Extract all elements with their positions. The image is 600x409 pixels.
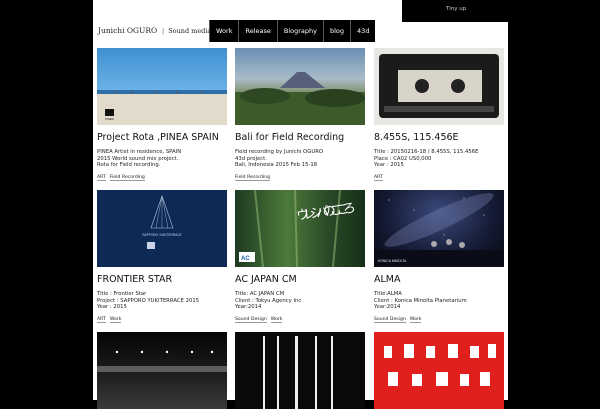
- stage-lights-illustration: [97, 350, 227, 372]
- tag-link[interactable]: Sound Design: [235, 317, 267, 323]
- nav-item-43d[interactable]: 43d: [350, 20, 375, 42]
- work-description-line: Year:2014: [374, 304, 401, 310]
- thumbnail-cassette-recorder[interactable]: [374, 48, 504, 125]
- ac-logo-text: AC: [241, 256, 250, 262]
- work-card[interactable]: SAPPORO YUKITERRACE FRONTIER STAR Title …: [97, 190, 227, 323]
- work-card[interactable]: [374, 332, 504, 409]
- work-description: Title:ALMA Client : Konica Minolta Plane…: [374, 291, 504, 311]
- tag-list: ART Work: [97, 317, 227, 323]
- work-card[interactable]: Bali for Field Recording Field recording…: [235, 48, 365, 181]
- tag-list: ART Field Recording: [97, 175, 227, 181]
- frontier-logo-text: SAPPORO YUKITERRACE: [142, 233, 181, 237]
- ac-calligraphy-text: ウレシパのこころ: [295, 201, 357, 224]
- tag-link[interactable]: ART: [97, 175, 106, 181]
- volcano-illustration: [235, 72, 365, 125]
- work-title[interactable]: ALMA: [374, 274, 504, 285]
- tag-link[interactable]: Work: [109, 317, 122, 323]
- site-name[interactable]: Junichi OGURO: [98, 26, 157, 35]
- top-white-bar: [93, 0, 402, 22]
- work-card[interactable]: ウレシパのこころ AC AC JAPAN CM Title: AC JAPAN …: [235, 190, 365, 323]
- work-card[interactable]: [235, 332, 365, 409]
- forest-illustration: ウレシパのこころ AC: [239, 190, 357, 267]
- thumbnail-milky-way[interactable]: KONICA MINOLTA: [374, 190, 504, 267]
- work-description-line: Year : 2015: [97, 304, 127, 310]
- work-description: Title : 20150216-18 / 8.455S, 115.456E P…: [374, 149, 504, 169]
- thumbnail-volcano[interactable]: [235, 48, 365, 125]
- thumbnail-forest[interactable]: ウレシパのこころ AC: [235, 190, 365, 267]
- tag-link[interactable]: Sound Design: [374, 317, 406, 323]
- work-description-line: Bali, Indonesia 2015 Feb 15-18: [235, 162, 318, 168]
- beach-illustration: PINEA: [97, 90, 227, 125]
- tag-list: ART: [374, 175, 504, 181]
- cassette-recorder-illustration: [379, 54, 499, 118]
- milky-way-illustration: KONICA MINOLTA: [374, 193, 504, 267]
- chairs-illustration: [384, 344, 496, 386]
- top-link[interactable]: Tiny up: [446, 6, 466, 12]
- work-description: PINEA Artist in residence, SPAIN 2015 Wo…: [97, 149, 227, 169]
- work-title[interactable]: 8.455S, 115.456E: [374, 132, 504, 143]
- work-title[interactable]: AC JAPAN CM: [235, 274, 365, 285]
- thumbnail-stage-lights[interactable]: [97, 332, 227, 409]
- frontier-star-illustration: SAPPORO YUKITERRACE: [142, 195, 182, 249]
- work-description: Title: AC JAPAN CM Client : Tokyu Agency…: [235, 291, 365, 311]
- tag-link[interactable]: Field Recording: [109, 175, 145, 181]
- work-description: Title : Frontier Star Project : SAPPORO …: [97, 291, 227, 311]
- work-grid: PINEA Project Rota ,PINEA SPAIN PINEA Ar…: [93, 42, 508, 409]
- tag-list: Sound Design Work: [374, 317, 504, 323]
- work-title[interactable]: Bali for Field Recording: [235, 132, 365, 143]
- nav-item-release[interactable]: Release: [238, 20, 276, 42]
- work-description-line: Year:2014: [235, 304, 262, 310]
- nav-item-blog[interactable]: blog: [323, 20, 350, 42]
- work-description: Field recording by Junichi OGURO 43d pro…: [235, 149, 365, 169]
- work-card[interactable]: 8.455S, 115.456E Title : 20150216-18 / 8…: [374, 48, 504, 181]
- alma-logo-text: KONICA MINOLTA: [378, 259, 407, 263]
- tag-list: Sound Design Work: [235, 317, 365, 323]
- tag-link[interactable]: Field Recording: [235, 175, 271, 181]
- work-card[interactable]: PINEA Project Rota ,PINEA SPAIN PINEA Ar…: [97, 48, 227, 181]
- tag-link[interactable]: Work: [409, 317, 422, 323]
- main-nav: Work Release Biography blog 43d: [209, 20, 376, 42]
- thumbnail-chairs[interactable]: [374, 332, 504, 409]
- nav-item-biography[interactable]: Biography: [276, 20, 323, 42]
- thumbnail-light-bars[interactable]: [235, 332, 365, 409]
- tag-link[interactable]: ART: [374, 175, 383, 181]
- nav-item-work[interactable]: Work: [209, 20, 238, 42]
- light-bars-illustration: [263, 336, 333, 409]
- work-card[interactable]: KONICA MINOLTA ALMA Title:ALMA Client : …: [374, 190, 504, 323]
- thumbnail-frontier-star[interactable]: SAPPORO YUKITERRACE: [97, 190, 227, 267]
- pinea-logo-text: PINEA: [105, 117, 114, 121]
- work-title[interactable]: Project Rota ,PINEA SPAIN: [97, 132, 227, 143]
- tag-link[interactable]: Work: [270, 317, 283, 323]
- tag-list: Field Recording: [235, 175, 365, 181]
- thumbnail-beach[interactable]: PINEA: [97, 48, 227, 125]
- work-description-line: Rota for Field recording.: [97, 162, 161, 168]
- work-title[interactable]: FRONTIER STAR: [97, 274, 227, 285]
- tag-link[interactable]: ART: [97, 317, 106, 323]
- work-card[interactable]: [97, 332, 227, 409]
- work-description-line: Year : 2015: [374, 162, 404, 168]
